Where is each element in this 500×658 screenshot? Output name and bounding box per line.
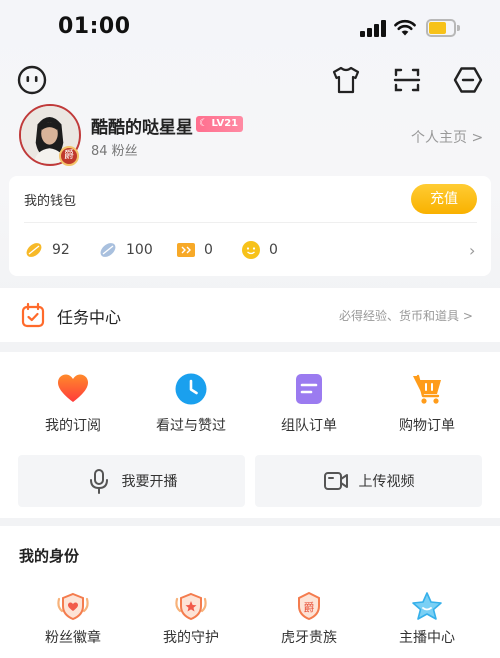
upload-video-label: 上传视频 [358, 474, 415, 490]
clock-icon [175, 373, 207, 405]
calendar-check-icon [21, 302, 45, 328]
chevron-right-icon[interactable]: › [469, 241, 475, 260]
cart-icon [413, 374, 441, 404]
team-orders-item[interactable]: 组队订单 [254, 372, 364, 435]
my-guard-item[interactable]: 我的守护 [136, 591, 246, 647]
grid-label: 看过与赞过 [156, 418, 226, 434]
svg-text:爵: 爵 [304, 600, 315, 614]
star-icon [412, 592, 442, 620]
cellular-signal-icon [360, 20, 386, 37]
shortcut-card: 我的订阅 看过与赞过 组队订单 购物订单 我要开播 上传视频 [0, 352, 500, 518]
gold-bean-icon [26, 243, 42, 257]
document-icon [296, 374, 322, 404]
streamer-center-item[interactable]: 主播中心 [372, 591, 482, 647]
ticket-value: 0 [204, 242, 213, 258]
currency-gold-bean[interactable]: 92 [24, 239, 70, 261]
recharge-button[interactable]: 充值 [411, 184, 477, 214]
settings-hexagon-icon[interactable] [452, 64, 484, 96]
wallet-title: 我的钱包 [24, 194, 77, 209]
my-subscriptions-item[interactable]: 我的订阅 [18, 372, 128, 435]
silver-bean-value: 100 [126, 242, 153, 258]
identity-label: 虎牙贵族 [281, 630, 337, 646]
shopping-orders-item[interactable]: 购物订单 [372, 372, 482, 435]
tshirt-icon[interactable] [330, 64, 362, 96]
fans-count[interactable]: 84 粉丝 [91, 140, 138, 159]
ticket-icon [177, 243, 195, 257]
divider [24, 222, 477, 223]
personal-homepage-link[interactable]: 个人主页 > [411, 127, 483, 147]
identity-label: 我的守护 [163, 630, 219, 646]
huya-noble-item[interactable]: 爵 虎牙贵族 [254, 591, 364, 647]
noble-badge-icon: 爵 [59, 146, 79, 166]
heart-icon [58, 374, 88, 402]
level-text: LV21 [211, 118, 239, 129]
start-stream-button[interactable]: 我要开播 [18, 455, 245, 507]
moon-icon: ☾ [199, 118, 208, 129]
currency-coin[interactable]: 0 [241, 239, 278, 261]
fan-badge-item[interactable]: 粉丝徽章 [18, 591, 128, 647]
coin-icon [242, 241, 260, 259]
fan-badge-icon [57, 592, 89, 621]
silver-bean-icon [100, 243, 116, 257]
video-camera-icon [323, 472, 348, 490]
noble-icon: 爵 [298, 591, 320, 621]
task-center-row[interactable]: 任务中心 必得经验、货币和道具 > [0, 288, 500, 342]
identity-label: 主播中心 [399, 630, 455, 646]
wallet-card: 我的钱包 充值 92 100 0 0 › [9, 176, 491, 276]
identity-label: 粉丝徽章 [45, 630, 101, 646]
task-center-subtitle: 必得经验、货币和道具 > [339, 309, 473, 323]
gold-bean-value: 92 [52, 242, 70, 258]
guard-shield-icon [175, 592, 207, 621]
microphone-icon [89, 469, 108, 494]
upload-video-button[interactable]: 上传视频 [255, 455, 482, 507]
scan-icon[interactable] [391, 64, 423, 96]
status-bar: 01:00 [0, 0, 500, 58]
coin-value: 0 [269, 242, 278, 258]
grid-label: 购物订单 [399, 418, 455, 434]
identity-card: 我的身份 粉丝徽章 我的守护 爵 虎牙贵族 主播中心 [0, 526, 500, 658]
task-center-title: 任务中心 [57, 308, 122, 327]
wifi-icon [394, 19, 416, 36]
username: 酷酷的哒星星 [91, 118, 193, 138]
start-stream-label: 我要开播 [121, 474, 178, 490]
currency-silver-bean[interactable]: 100 [98, 239, 153, 261]
currency-ticket[interactable]: 0 [176, 239, 213, 261]
chat-bubble-icon[interactable] [16, 64, 48, 96]
identity-title: 我的身份 [19, 547, 80, 565]
grid-label: 组队订单 [281, 418, 337, 434]
grid-label: 我的订阅 [45, 418, 101, 434]
status-time: 01:00 [58, 14, 131, 39]
history-likes-item[interactable]: 看过与赞过 [136, 372, 246, 435]
level-badge: ☾ LV21 [196, 116, 244, 132]
battery-icon [426, 19, 460, 37]
